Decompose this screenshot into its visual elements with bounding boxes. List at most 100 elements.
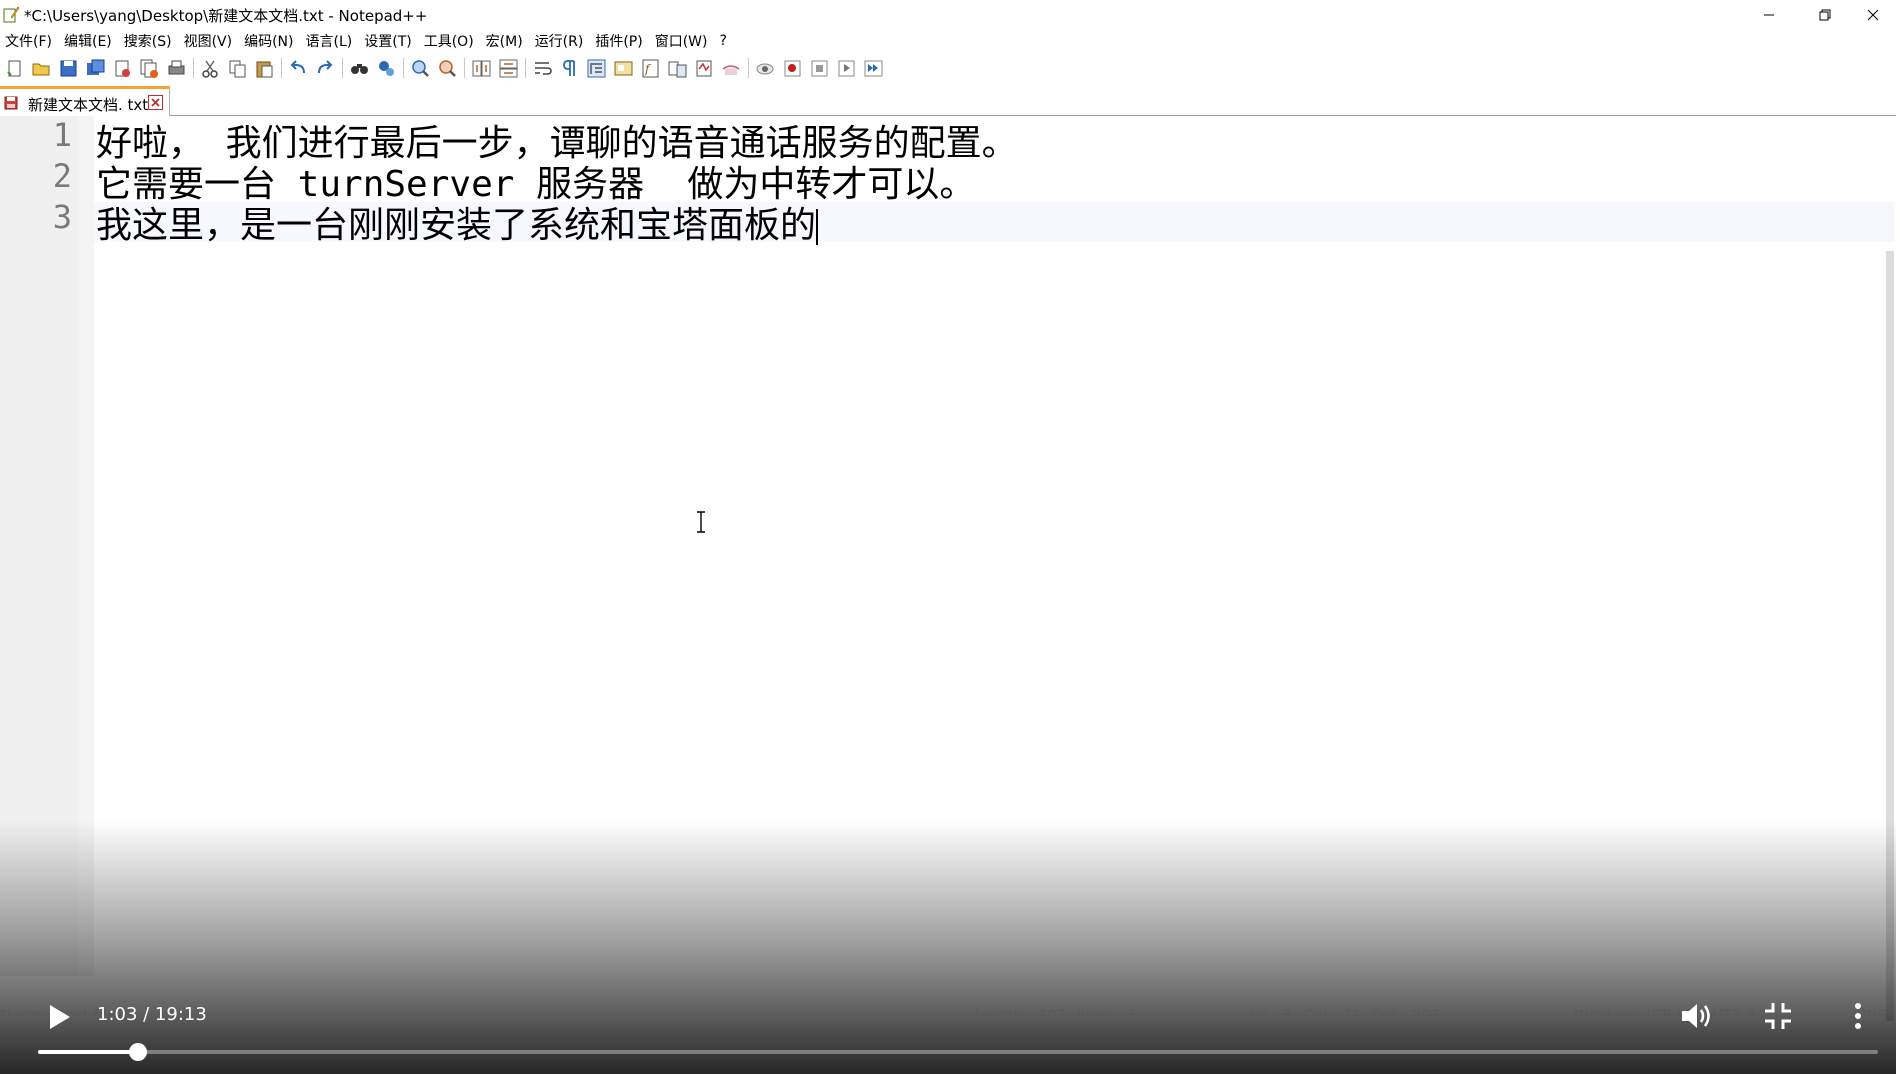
- menu-language[interactable]: 语言(L): [301, 31, 360, 51]
- zoom-out-icon: [439, 59, 456, 77]
- text-caret: [816, 209, 819, 245]
- menu-plugins[interactable]: 插件(P): [590, 31, 649, 51]
- unsaved-file-icon: [4, 96, 18, 110]
- menu-macro[interactable]: 宏(M): [481, 31, 530, 51]
- show-all-chars-button[interactable]: [559, 58, 580, 79]
- window-title: *C:\Users\yang\Desktop\新建文本文档.txt - Note…: [24, 7, 428, 25]
- zoom-out-button[interactable]: [437, 58, 458, 79]
- tab-label: 新建文本文档. txt: [28, 96, 149, 114]
- play-icon[interactable]: [42, 1000, 76, 1034]
- word-wrap-button[interactable]: [532, 58, 553, 79]
- toolbar-separator: [403, 58, 404, 78]
- redo-icon: [318, 59, 333, 73]
- view-file-button[interactable]: [721, 58, 742, 79]
- monitoring-icon: [696, 60, 712, 76]
- video-player-controls: 1:03 / 19:13: [0, 990, 1896, 1074]
- minimize-button[interactable]: [1746, 0, 1792, 30]
- print-icon: [168, 60, 185, 74]
- document-map-button[interactable]: [613, 58, 634, 79]
- line-number: 3: [52, 198, 72, 236]
- restore-icon: [1819, 9, 1831, 21]
- undo-button[interactable]: [288, 58, 309, 79]
- redo-button[interactable]: [315, 58, 336, 79]
- open-file-button[interactable]: [31, 58, 52, 79]
- menu-search[interactable]: 搜索(S): [119, 31, 179, 51]
- stop-macro-button[interactable]: [782, 58, 803, 79]
- restore-button[interactable]: [1802, 0, 1848, 30]
- print-button[interactable]: [166, 58, 187, 79]
- menu-encoding[interactable]: 编码(N): [239, 31, 300, 51]
- save-macro-icon: [864, 60, 883, 76]
- toolbar-separator: [193, 58, 194, 78]
- close-all-button[interactable]: [139, 58, 160, 79]
- line-number: 1: [52, 116, 72, 154]
- record-macro-button[interactable]: [755, 58, 776, 79]
- sync-vertical-button[interactable]: [471, 58, 492, 79]
- line-number: 2: [52, 157, 72, 195]
- record-macro-icon: [756, 63, 774, 74]
- folder-workspace-button[interactable]: [667, 58, 688, 79]
- menu-window[interactable]: 窗口(W): [650, 31, 715, 51]
- save-all-icon: [87, 59, 105, 75]
- save-all-button[interactable]: [85, 58, 106, 79]
- menu-settings[interactable]: 设置(T): [359, 31, 418, 51]
- tab-bar: 新建文本文档. txt: [0, 86, 1896, 116]
- video-progress-fill: [38, 1050, 139, 1054]
- save-button[interactable]: [58, 58, 79, 79]
- sync-horizontal-button[interactable]: [498, 58, 519, 79]
- new-file-icon: [7, 60, 21, 76]
- more-options-icon[interactable]: [1848, 998, 1868, 1034]
- save-macro-button[interactable]: [863, 58, 884, 79]
- menu-edit[interactable]: 编辑(E): [59, 31, 119, 51]
- close-icon: [1867, 9, 1879, 21]
- video-time: 1:03 / 19:13: [97, 1004, 207, 1025]
- view-file-icon: [722, 64, 740, 75]
- toolbar-separator: [748, 58, 749, 78]
- notepad-plus-plus-icon: [3, 6, 20, 23]
- cut-button[interactable]: [200, 58, 221, 79]
- monitoring-button[interactable]: [694, 58, 715, 79]
- menu-tools[interactable]: 工具(O): [419, 31, 481, 51]
- copy-button[interactable]: [227, 58, 248, 79]
- function-list-button[interactable]: f: [640, 58, 661, 79]
- open-file-icon: [32, 63, 50, 75]
- editor-line-current[interactable]: 我这里，是一台刚刚安装了系统和宝塔面板的: [96, 196, 819, 248]
- document-map-icon: [614, 61, 633, 75]
- replace-icon: [379, 60, 394, 76]
- find-button[interactable]: [349, 58, 370, 79]
- paste-button[interactable]: [254, 58, 275, 79]
- play-macro-button[interactable]: [809, 58, 830, 79]
- close-button[interactable]: [112, 58, 133, 79]
- folder-workspace-icon: [668, 61, 687, 77]
- exit-fullscreen-icon[interactable]: [1760, 998, 1796, 1034]
- toolbar-separator: [342, 58, 343, 78]
- menu-bar: 文件(F) 编辑(E) 搜索(S) 视图(V) 编码(N) 语言(L) 设置(T…: [0, 30, 1896, 52]
- video-progress-bar[interactable]: [38, 1043, 1878, 1061]
- zoom-in-button[interactable]: [410, 58, 431, 79]
- toolbar-separator: [525, 58, 526, 78]
- close-window-button[interactable]: [1850, 0, 1896, 30]
- ibeam-cursor-icon: [697, 511, 705, 533]
- copy-icon: [229, 60, 246, 77]
- close-icon: [115, 60, 130, 77]
- replace-button[interactable]: [376, 58, 397, 79]
- toolbar-separator: [281, 58, 282, 78]
- tab-close-icon[interactable]: [148, 95, 163, 110]
- indent-guide-icon: [587, 59, 606, 77]
- volume-icon[interactable]: [1678, 998, 1714, 1034]
- run-macro-multiple-button[interactable]: [836, 58, 857, 79]
- show-all-chars-icon: [563, 59, 575, 76]
- menu-help[interactable]: ?: [715, 33, 734, 49]
- tab-document[interactable]: 新建文本文档. txt: [0, 86, 170, 116]
- new-file-button[interactable]: [4, 58, 25, 79]
- paste-icon: [256, 61, 273, 77]
- undo-icon: [290, 59, 305, 73]
- video-progress-handle[interactable]: [129, 1043, 148, 1061]
- close-all-icon: [140, 59, 158, 78]
- indent-guide-button[interactable]: [586, 58, 607, 79]
- minimize-icon: [1764, 14, 1774, 16]
- title-bar: *C:\Users\yang\Desktop\新建文本文档.txt - Note…: [0, 0, 1896, 30]
- menu-file[interactable]: 文件(F): [0, 31, 59, 51]
- menu-run[interactable]: 运行(R): [530, 31, 591, 51]
- menu-view[interactable]: 视图(V): [179, 31, 240, 51]
